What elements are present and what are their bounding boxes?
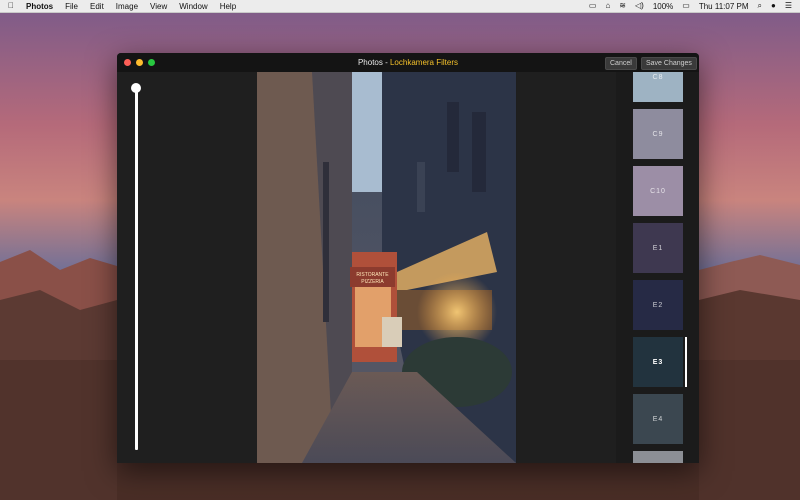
cancel-button[interactable]: Cancel [605,57,637,70]
menu-window[interactable]: Window [179,2,207,11]
apple-icon[interactable]:  [8,0,14,12]
intensity-slider-knob[interactable] [131,83,141,93]
close-button[interactable] [124,59,131,66]
filter-e2[interactable]: E2 [633,280,683,330]
wifi-icon[interactable]: ≋ [619,0,626,12]
search-icon[interactable]: ⌕ [758,0,762,12]
app-menu[interactable]: Photos [26,2,53,11]
airplay-icon[interactable]: ▭ [589,0,597,12]
filter-strip[interactable]: C8 C9 C10 E1 E2 E3 E4 [616,72,699,463]
menu-bar:  Photos File Edit Image View Window Hel… [0,0,800,13]
mouse-icon[interactable]: ⌂ [605,0,610,12]
menu-help[interactable]: Help [220,2,236,11]
selected-filter-indicator [685,337,687,387]
filter-e1[interactable]: E1 [633,223,683,273]
window-title-accent: Lochkamera Filters [389,58,459,67]
restaurant-sign-line2: PIZZERIA [361,279,384,285]
photos-window: Photos - Lochkamera Filters Cancel Save … [117,53,699,463]
menu-file[interactable]: File [65,2,78,11]
intensity-slider[interactable] [135,88,138,450]
window-title-prefix: Photos - [357,58,390,67]
minimize-button[interactable] [136,59,143,66]
zoom-button[interactable] [148,59,155,66]
filter-c9[interactable]: C9 [633,109,683,159]
filter-e3[interactable]: E3 [633,337,683,387]
save-changes-button[interactable]: Save Changes [641,57,697,70]
intensity-panel [117,72,257,463]
filter-c10[interactable]: C10 [633,166,683,216]
notification-center-icon[interactable]: ☰ [785,0,792,12]
volume-icon[interactable]: ◁) [635,0,644,12]
filter-e4[interactable]: E4 [633,394,683,444]
filter-next[interactable] [633,451,683,463]
menu-edit[interactable]: Edit [90,2,104,11]
battery-icon[interactable]: ▭ [682,0,690,12]
filter-c8[interactable]: C8 [633,72,683,102]
title-bar: Photos - Lochkamera Filters Cancel Save … [117,53,699,72]
battery-percent: 100% [652,1,674,11]
photo-preview: RISTORANTE PIZZERIA [257,72,516,463]
siri-icon[interactable]: ● [771,0,776,12]
restaurant-sign-line1: RISTORANTE [356,272,389,278]
clock[interactable]: Thu 11:07 PM [699,2,749,11]
menu-view[interactable]: View [150,2,167,11]
menu-image[interactable]: Image [116,2,138,11]
